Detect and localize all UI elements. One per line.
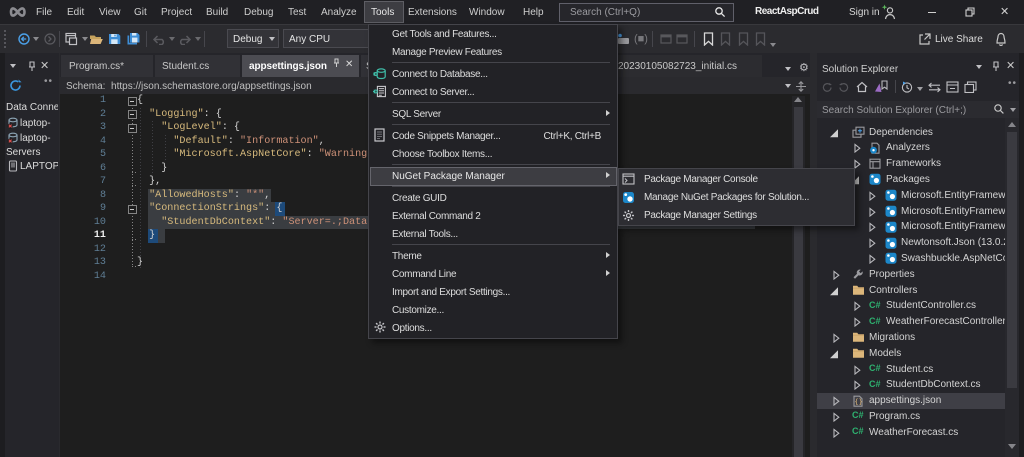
svg-text:{}: {}: [854, 398, 862, 406]
